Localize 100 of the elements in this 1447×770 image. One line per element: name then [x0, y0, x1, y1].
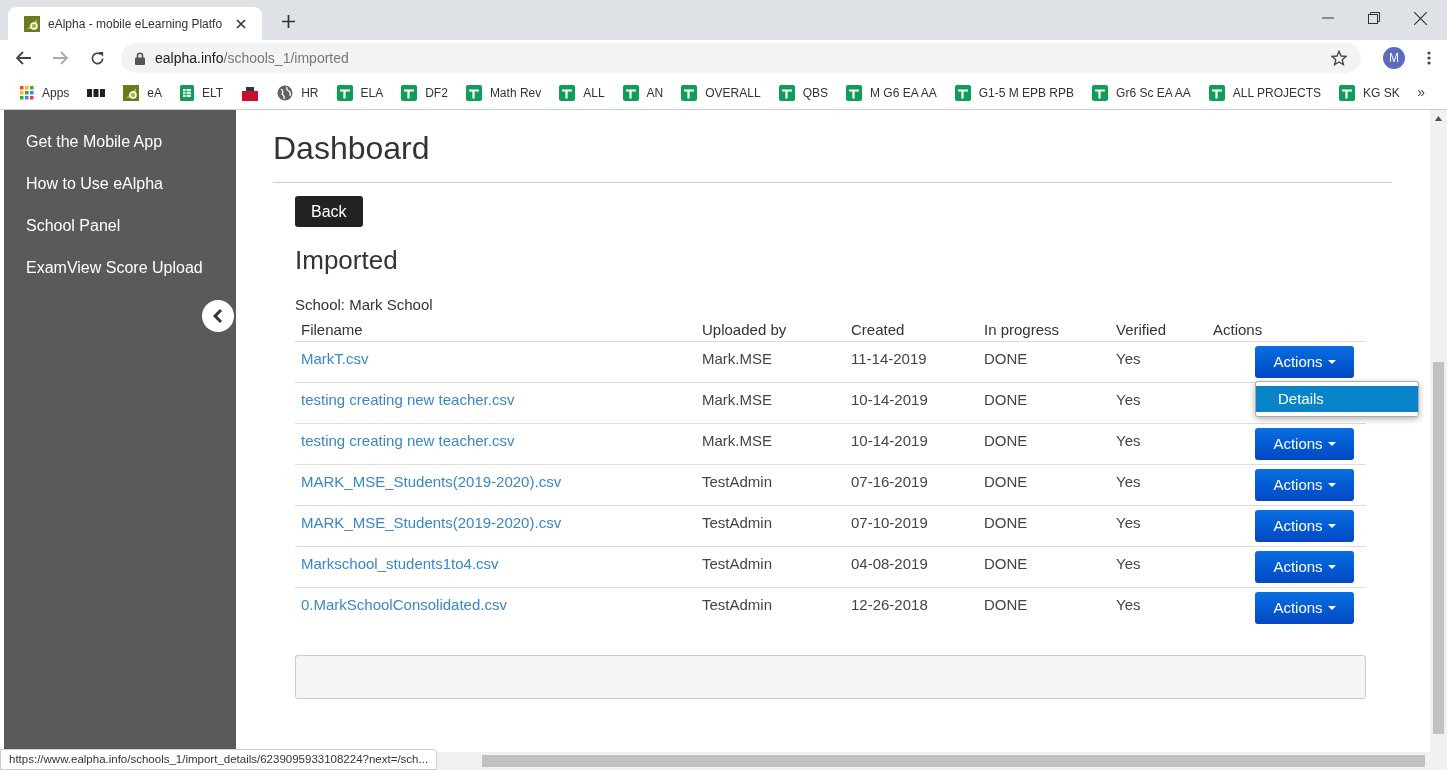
cross-icon — [1208, 84, 1225, 101]
caret-icon — [1327, 483, 1336, 487]
bookmark[interactable]: G1-5 M EPB RPB — [954, 83, 1075, 102]
table-cell: Yes — [1116, 514, 1141, 531]
caret-icon — [1327, 565, 1336, 569]
bookmark[interactable]: ELT — [180, 83, 224, 102]
table-cell: Mark.MSE — [702, 391, 772, 408]
address-bar[interactable]: ealpha.info/schools_1/imported — [121, 43, 1361, 73]
file-link[interactable]: MARK_MSE_Students(2019-2020).csv — [301, 514, 562, 531]
actions-dropdown-button[interactable]: Actions — [1255, 346, 1354, 378]
file-link[interactable]: testing creating new teacher.csv — [301, 391, 515, 408]
table-cell: 07-10-2019 — [851, 514, 928, 531]
table-cell: Mark.MSE — [702, 350, 772, 367]
bookmark[interactable]: Math Rev — [465, 83, 542, 102]
file-link[interactable]: MarkT.csv — [301, 350, 369, 367]
school-label: School: Mark School — [295, 295, 434, 315]
sidebar-link[interactable]: Get the Mobile App — [26, 130, 236, 152]
actions-dropdown-button[interactable]: Actions — [1255, 428, 1354, 460]
menu-icon[interactable] — [1427, 51, 1431, 65]
cross-icon — [401, 84, 418, 101]
file-link[interactable]: Markschool_students1to4.csv — [301, 555, 499, 572]
close-icon[interactable] — [236, 18, 246, 29]
column-header: Uploaded by — [702, 320, 787, 338]
back-button[interactable]: Back — [295, 196, 363, 227]
section-heading: Imported — [295, 244, 399, 277]
collapse-button[interactable] — [202, 300, 234, 332]
table-cell: Yes — [1116, 473, 1141, 490]
close-icon[interactable] — [1414, 11, 1427, 25]
reload-icon[interactable] — [90, 50, 105, 66]
restore-icon[interactable] — [1368, 12, 1380, 24]
table-cell: DONE — [984, 432, 1028, 449]
profile-avatar[interactable]: M — [1383, 47, 1405, 69]
bookmark[interactable]: M G6 EA AA — [845, 83, 937, 102]
bookmark[interactable]: AN — [622, 83, 664, 102]
page-title: Dashboard — [273, 124, 1392, 183]
actions-dropdown-button[interactable]: Actions — [1255, 551, 1354, 583]
apps-grid-icon — [20, 85, 34, 100]
bookmark[interactable]: Gr6 Sc EA AA — [1092, 83, 1191, 102]
bookmark[interactable]: DF2 — [401, 83, 448, 102]
bookmark[interactable]: ELA — [336, 83, 384, 102]
table-cell: 04-08-2019 — [851, 555, 928, 572]
new-tab-icon[interactable] — [282, 15, 295, 28]
cross-icon — [622, 84, 639, 101]
more-bookmarks[interactable]: » — [1417, 82, 1425, 103]
sidebar-link[interactable]: How to Use eAlpha — [26, 172, 236, 194]
column-header: Actions — [1213, 320, 1263, 338]
menu-item[interactable]: Details — [1256, 386, 1418, 412]
sidebar-link[interactable]: ExamView Score Upload — [26, 256, 236, 278]
file-link[interactable]: 0.MarkSchoolConsolidated.csv — [301, 596, 507, 613]
cross-icon — [559, 84, 576, 101]
table-cell: Yes — [1116, 391, 1141, 408]
tv-logo-icon — [241, 84, 260, 101]
column-header: Created — [851, 320, 905, 338]
tab-title: eAlpha - mobile eLearning Platfo — [48, 15, 224, 33]
scrollbar-thumb[interactable] — [482, 755, 1425, 767]
cross-icon — [681, 84, 698, 101]
bookmark[interactable]: KG SK — [1339, 83, 1400, 102]
cross-icon — [1092, 84, 1109, 101]
spreadsheet-icon — [180, 84, 195, 101]
actions-dropdown-button[interactable]: Actions — [1255, 510, 1354, 542]
table-cell: DONE — [984, 391, 1028, 408]
table-cell: TestAdmin — [702, 473, 773, 490]
file-link[interactable]: testing creating new teacher.csv — [301, 432, 515, 449]
actions-dropdown-button[interactable]: Actions — [1255, 469, 1354, 501]
table-cell: 10-14-2019 — [851, 432, 928, 449]
caret-icon — [1327, 524, 1336, 528]
scroll-up-icon[interactable] — [1435, 116, 1442, 121]
caret-icon — [1327, 360, 1336, 364]
bookmark[interactable]: eA — [123, 83, 163, 102]
bookmark[interactable]: ALL — [559, 83, 605, 102]
cross-icon — [954, 84, 971, 101]
leaf-logo-icon — [24, 15, 40, 32]
blocks-logo-icon — [87, 88, 106, 97]
actions-dropdown-button[interactable]: Actions — [1255, 592, 1354, 624]
table-cell: DONE — [984, 350, 1028, 367]
scrollbar-thumb[interactable] — [1433, 362, 1444, 734]
sidebar-link[interactable]: School Panel — [26, 214, 236, 236]
cross-icon — [845, 84, 862, 101]
bookmark[interactable]: Apps — [20, 83, 70, 102]
table-cell: 10-14-2019 — [851, 391, 928, 408]
file-link[interactable]: MARK_MSE_Students(2019-2020).csv — [301, 473, 562, 490]
column-header: In progress — [984, 320, 1060, 338]
cross-icon — [778, 84, 795, 101]
lock-icon — [135, 51, 145, 65]
bookmark[interactable]: OVERALL — [681, 83, 761, 102]
table-cell: TestAdmin — [702, 596, 773, 613]
browser-tab[interactable]: eAlpha - mobile eLearning Platfo — [8, 7, 262, 40]
back-arrow-icon[interactable] — [16, 51, 31, 65]
caret-icon — [1327, 442, 1336, 446]
star-icon[interactable] — [1331, 50, 1347, 66]
table-cell: 07-16-2019 — [851, 473, 928, 490]
globe-icon — [277, 84, 294, 101]
table-cell: DONE — [984, 514, 1028, 531]
table-cell: 12-26-2018 — [851, 596, 928, 613]
status-url-tooltip: https://www.ealpha.info/schools_1/import_details/6239095933108224?next=/sch... — [0, 749, 438, 770]
bookmark[interactable]: HR — [277, 83, 319, 102]
table-cell: Yes — [1116, 432, 1141, 449]
column-header: Verified — [1116, 320, 1167, 338]
bookmark[interactable]: ALL PROJECTS — [1208, 83, 1321, 102]
bookmark[interactable]: QBS — [778, 83, 828, 102]
